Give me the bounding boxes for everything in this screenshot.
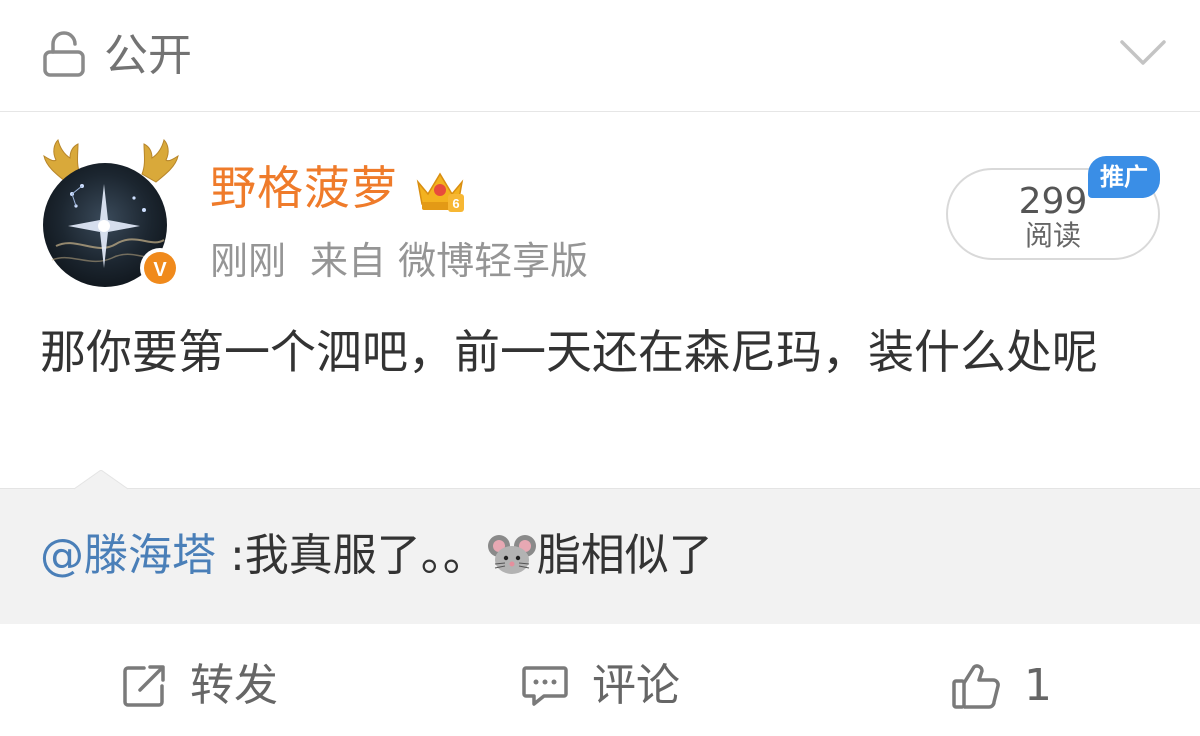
post-source[interactable]: 来自 微博轻享版 <box>310 239 588 283</box>
mention-link[interactable]: @滕海塔 <box>40 530 216 581</box>
post-time: 刚刚 <box>210 239 287 283</box>
repost-label: 转发 <box>190 660 278 711</box>
thumbs-up-icon <box>952 664 1000 709</box>
post-meta: 刚刚 来自 微博轻享版 <box>210 236 588 286</box>
avatar-image: V <box>43 139 180 288</box>
quoted-text-part1: :我真服了。。 <box>216 530 487 581</box>
comment-button[interactable]: 评论 <box>520 656 680 716</box>
verified-badge: V <box>153 259 167 281</box>
post-text: 那你要第一个泗吧，前一天还在森尼玛，装什么处呢 <box>40 325 1098 379</box>
comment-icon <box>522 666 568 706</box>
like-count: 1 <box>1024 660 1052 711</box>
visibility-bar[interactable]: 公开 <box>0 0 1200 112</box>
quoted-text: @滕海塔 :我真服了。。 脂相似了 <box>40 528 713 584</box>
avatar[interactable]: V <box>36 136 186 296</box>
quoted-text-part2: 脂相似了 <box>536 530 713 581</box>
weibo-post-screen: 公开 V 野格菠萝 6 刚刚 来自 微博轻享版 299 阅读 推广 那你要第一个… <box>0 0 1200 736</box>
chevron-down-icon[interactable] <box>1118 36 1168 70</box>
comment-label: 评论 <box>592 660 680 711</box>
like-button[interactable]: 1 <box>950 656 1052 716</box>
read-count-label: 阅读 <box>1024 219 1081 252</box>
visibility-label: 公开 <box>104 30 192 81</box>
author-name[interactable]: 野格菠萝 <box>210 160 398 216</box>
repost-button[interactable]: 转发 <box>120 656 278 716</box>
repost-icon <box>123 665 165 707</box>
svg-text:6: 6 <box>452 196 459 211</box>
crown-level-6-icon: 6 <box>416 172 464 212</box>
promote-badge[interactable]: 推广 <box>1088 156 1160 198</box>
lock-icon <box>43 31 85 77</box>
mouse-face-emoji-icon <box>487 535 536 574</box>
quote-pointer <box>74 470 128 490</box>
